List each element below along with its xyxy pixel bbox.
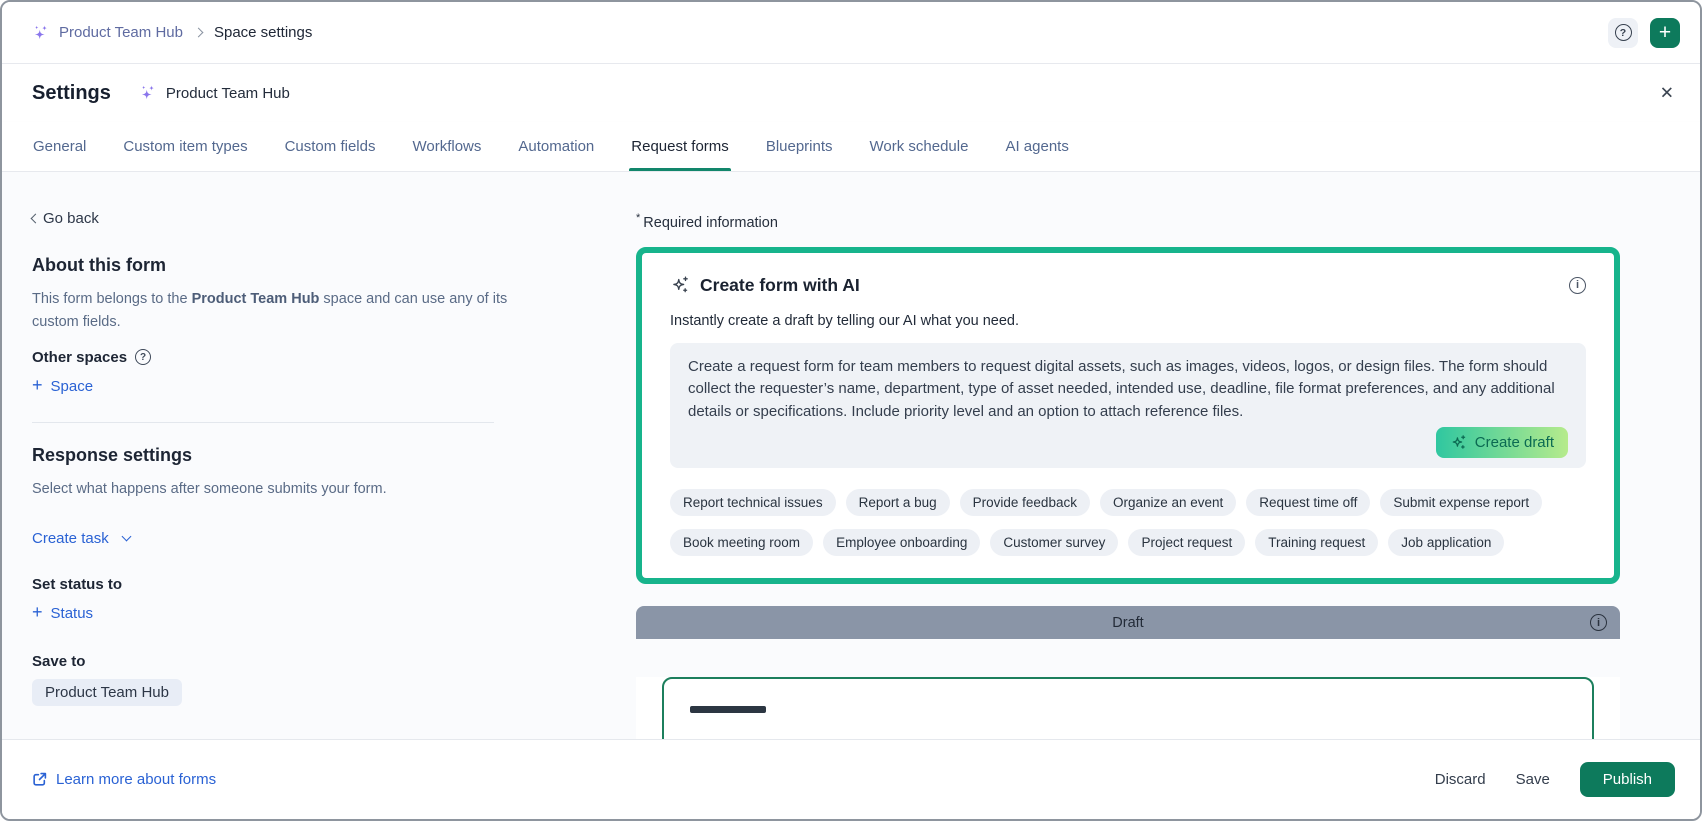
go-back-button[interactable]: Go back (30, 210, 532, 227)
ai-prompt-text: Create a request form for team members t… (688, 357, 1555, 420)
footer-actions: Discard Save Publish (1435, 762, 1675, 797)
about-form-description: This form belongs to the Product Team Hu… (32, 291, 508, 331)
top-bar: Product Team Hub Space settings ? + (2, 2, 1700, 64)
ai-prompt-input[interactable]: Create a request form for team members t… (670, 342, 1586, 469)
ai-card-header: Create form with AI i (670, 275, 1586, 296)
tab-custom-fields[interactable]: Custom fields (285, 122, 376, 171)
breadcrumb-space-label: Product Team Hub (59, 24, 183, 41)
tab-blueprints[interactable]: Blueprints (766, 122, 833, 171)
tab-ai-agents[interactable]: AI agents (1005, 122, 1068, 171)
help-button[interactable]: ? (1608, 17, 1638, 48)
ai-sparkle-icon (670, 275, 690, 295)
suggestion-chip-job-application[interactable]: Job application (1388, 529, 1505, 557)
plus-icon: + (32, 602, 43, 623)
info-icon[interactable]: i (1590, 614, 1607, 632)
tab-workflows[interactable]: Workflows (412, 122, 481, 171)
suggestion-chip-employee-onboarding[interactable]: Employee onboarding (823, 529, 981, 557)
learn-more-link[interactable]: Learn more about forms (32, 771, 216, 788)
settings-space-name: Product Team Hub (165, 84, 290, 102)
draft-preview-panel: Draft i (636, 606, 1620, 739)
breadcrumb: Product Team Hub Space settings (32, 24, 312, 42)
info-icon[interactable]: i (1569, 276, 1586, 294)
breadcrumb-separator-icon (193, 27, 204, 38)
required-information-note: * Required information (636, 212, 778, 231)
draft-body (636, 677, 1620, 739)
set-status-heading: Set status to (32, 575, 123, 593)
ai-card-subtitle: Instantly create a draft by telling our … (670, 312, 1020, 329)
close-icon[interactable]: ✕ (1660, 85, 1674, 102)
form-settings-sidebar: Go back About this form This form belong… (30, 172, 532, 707)
tab-request-forms[interactable]: Request forms (629, 122, 731, 171)
footer-bar: Learn more about forms Discard Save Publ… (2, 739, 1700, 819)
space-sparkle-icon (32, 24, 50, 42)
save-to-heading: Save to (32, 653, 86, 671)
tab-custom-item-types[interactable]: Custom item types (123, 122, 247, 171)
settings-tabbar: General Custom item types Custom fields Wor… (2, 122, 1700, 172)
suggestion-chip-customer-survey[interactable]: Customer survey (990, 529, 1119, 557)
suggestion-chips-row-2: Book meeting room Employee onboarding Cust… (670, 529, 1586, 557)
add-button[interactable]: + (1650, 17, 1680, 48)
suggestion-chip-submit-expense-report[interactable]: Submit expense report (1380, 489, 1543, 517)
breadcrumb-page-label: Space settings (213, 24, 313, 41)
suggestion-chip-provide-feedback[interactable]: Provide feedback (959, 489, 1090, 517)
suggestion-chip-training-request[interactable]: Training request (1255, 529, 1379, 557)
suggestion-chip-project-request[interactable]: Project request (1128, 529, 1246, 557)
tab-automation[interactable]: Automation (518, 122, 594, 171)
save-to-space-chip[interactable]: Product Team Hub (32, 679, 182, 707)
question-icon: ? (1614, 24, 1632, 41)
ai-sparkle-icon (1450, 434, 1467, 451)
draft-form-field[interactable] (662, 677, 1594, 739)
breadcrumb-space-link[interactable]: Product Team Hub (32, 24, 183, 42)
create-form-with-ai-card: Create form with AI i Instantly create a… (636, 246, 1620, 585)
suggestion-chip-report-a-bug[interactable]: Report a bug (845, 489, 950, 517)
save-button[interactable]: Save (1516, 771, 1550, 788)
chevron-down-icon (121, 532, 132, 542)
draft-header-bar: Draft i (636, 606, 1620, 640)
chevron-left-icon (30, 213, 41, 224)
publish-button[interactable]: Publish (1579, 762, 1675, 797)
space-sparkle-icon (139, 84, 157, 102)
draft-form-partial-heading (690, 706, 766, 714)
ai-card-title: Create form with AI (670, 275, 860, 296)
form-editor-main: * Required information Create form with A… (636, 172, 1620, 739)
draft-label: Draft (1112, 614, 1144, 631)
page-title: Settings (32, 81, 111, 104)
suggestion-chip-book-meeting-room[interactable]: Book meeting room (670, 529, 814, 557)
suggestion-chips-row-1: Report technical issues Report a bug Provi… (670, 489, 1586, 517)
topbar-actions: ? + (1608, 17, 1680, 48)
create-task-dropdown[interactable]: Create task (32, 530, 132, 547)
discard-button[interactable]: Discard (1435, 771, 1486, 788)
suggestion-chip-report-technical-issues[interactable]: Report technical issues (670, 489, 836, 517)
create-draft-button[interactable]: Create draft (1435, 427, 1568, 459)
settings-space: Product Team Hub (139, 84, 290, 102)
space-settings-window: Product Team Hub Space settings ? + Sett… (0, 0, 1702, 821)
sidebar-divider (32, 422, 494, 424)
suggestion-chip-request-time-off[interactable]: Request time off (1246, 489, 1371, 517)
plus-icon: + (32, 375, 43, 396)
external-link-icon (32, 772, 47, 787)
tab-general[interactable]: General (33, 122, 86, 171)
response-settings-description: Select what happens after someone submit… (32, 481, 387, 498)
about-form-heading: About this form (32, 255, 166, 275)
add-status-button[interactable]: + Status (32, 602, 93, 623)
settings-header: Settings Product Team Hub ✕ (2, 64, 1700, 122)
response-settings-heading: Response settings (32, 445, 193, 466)
other-spaces-heading: Other spaces ? (32, 349, 532, 366)
add-space-button[interactable]: + Space (32, 375, 93, 396)
help-circle-icon[interactable]: ? (135, 349, 152, 366)
content-area: Go back About this form This form belong… (2, 172, 1700, 739)
suggestion-chip-organize-an-event[interactable]: Organize an event (1099, 489, 1237, 517)
tab-work-schedule[interactable]: Work schedule (870, 122, 969, 171)
prompt-actions: Create draft (688, 427, 1568, 459)
